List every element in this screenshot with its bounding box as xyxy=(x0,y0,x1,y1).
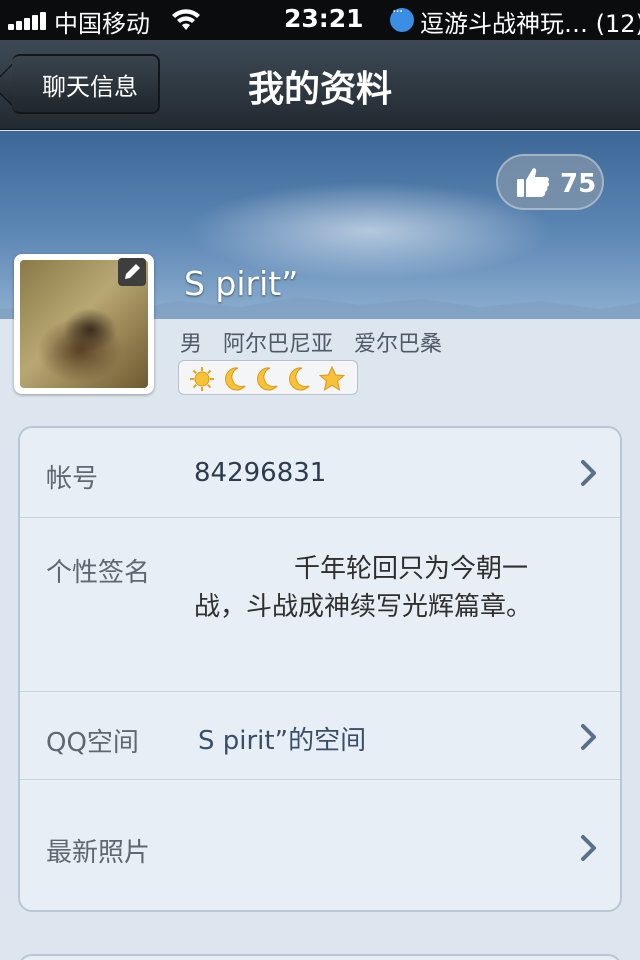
recent-photos-row[interactable]: 最新照片 xyxy=(20,780,620,910)
like-button[interactable]: 75 xyxy=(496,154,604,210)
qzone-row[interactable]: QQ空间 S pirit”的空间 xyxy=(20,692,620,780)
recent-photos-label: 最新照片 xyxy=(46,838,151,868)
back-button-label: 聊天信息 xyxy=(42,72,138,101)
notification-text: 逗游斗战神玩… (12) xyxy=(420,10,640,38)
carrier-name: 中国移动 xyxy=(54,10,150,38)
profile-city: 爱尔巴桑 xyxy=(354,332,443,357)
chevron-right-icon xyxy=(581,835,596,861)
chat-bubble-icon xyxy=(390,4,414,32)
moon-icon xyxy=(257,367,278,391)
wifi-icon xyxy=(172,9,200,30)
navigation-bar: 聊天信息 我的资料 xyxy=(0,40,640,130)
moon-icon xyxy=(289,367,310,391)
qzone-link[interactable]: S pirit”的空间 xyxy=(198,720,366,757)
chevron-right-icon xyxy=(581,724,596,750)
account-value: 84296831 xyxy=(194,458,327,488)
profile-country: 阿尔巴尼亚 xyxy=(223,332,334,357)
chevron-right-icon xyxy=(581,460,596,486)
signal-strength-icon xyxy=(8,12,48,30)
back-button[interactable]: 聊天信息 xyxy=(12,54,160,114)
next-card xyxy=(18,954,622,960)
account-label: 帐号 xyxy=(46,464,99,494)
signature-text: 千年轮回只为今朝一战，斗战成神续写光辉篇章。 xyxy=(194,554,533,622)
qzone-label: QQ空间 xyxy=(46,728,139,758)
signature-label: 个性签名 xyxy=(46,558,151,588)
profile-meta: 男 阿尔巴尼亚 爱尔巴桑 xyxy=(180,326,456,358)
qq-level-badge[interactable] xyxy=(178,360,358,395)
status-time: 23:21 xyxy=(284,4,364,33)
thumbs-up-icon xyxy=(517,168,550,197)
profile-info-card: 帐号 84296831 个性签名 千年轮回只为今朝一战，斗战成神续写光辉篇章。 … xyxy=(18,426,622,912)
account-row[interactable]: 帐号 84296831 xyxy=(20,428,620,518)
status-bar: 中国移动 23:21 逗游斗战神玩… (12) xyxy=(0,0,640,40)
profile-gender: 男 xyxy=(180,332,203,357)
moon-icon xyxy=(225,367,246,391)
star-icon xyxy=(319,366,345,392)
sun-icon xyxy=(190,367,214,391)
edit-pencil-icon[interactable] xyxy=(118,258,146,286)
like-count: 75 xyxy=(560,169,597,199)
signature-row: 个性签名 千年轮回只为今朝一战，斗战成神续写光辉篇章。 xyxy=(20,518,620,692)
profile-name: S pirit” xyxy=(184,264,299,303)
